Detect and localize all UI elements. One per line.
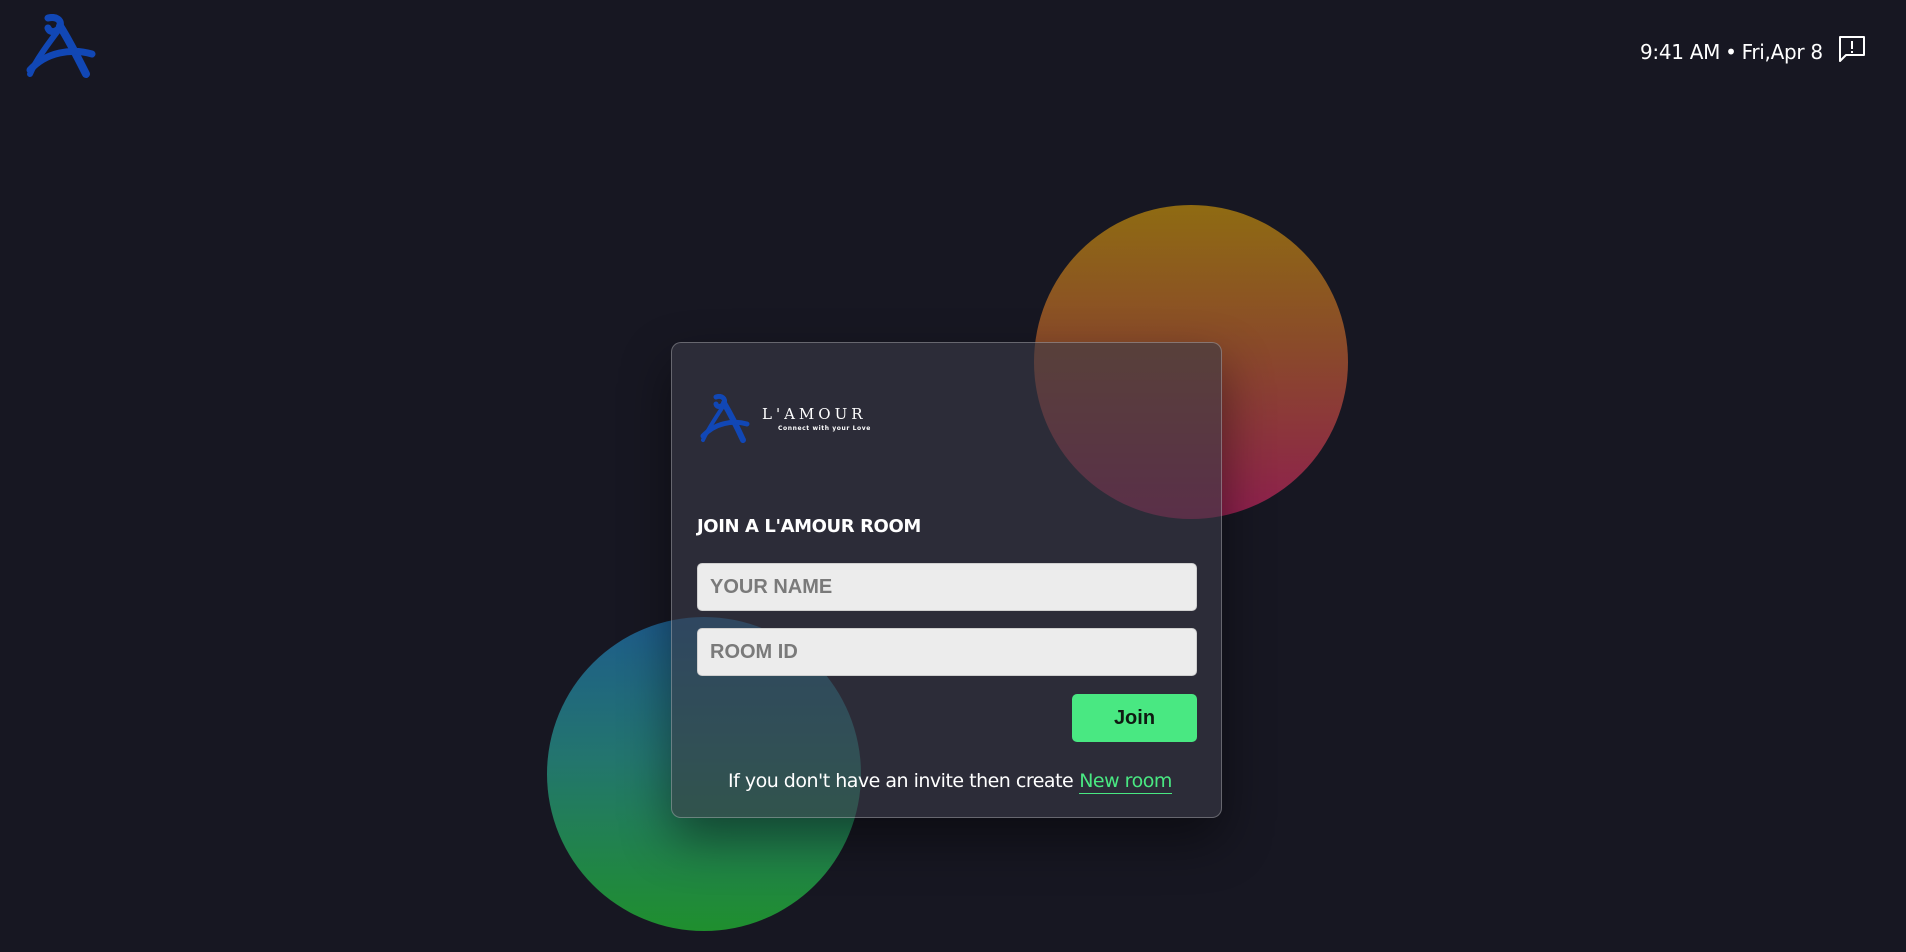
card-title: JOIN A L'AMOUR ROOM [697, 516, 921, 537]
invite-prompt: If you don't have an invite then create N… [728, 770, 1172, 794]
clock-time: 9:41 AM [1640, 40, 1721, 64]
page: 9:41 AM • Fri,Apr 8 L'AMOUR Connect with y… [0, 0, 1906, 952]
clock-date: Fri,Apr 8 [1741, 40, 1823, 64]
clock-separator: • [1725, 40, 1737, 64]
your-name-input[interactable] [697, 563, 1197, 611]
brand-lockup: L'AMOUR Connect with your Love [700, 394, 900, 446]
feedback-alert-icon [1839, 36, 1865, 62]
new-room-link[interactable]: New room [1079, 770, 1172, 794]
clock-datetime: 9:41 AM • Fri,Apr 8 [1640, 39, 1823, 65]
feedback-button[interactable] [1837, 34, 1867, 64]
join-button[interactable]: Join [1072, 694, 1197, 742]
brand-tagline: Connect with your Love [778, 425, 871, 432]
join-room-card: L'AMOUR Connect with your Love JOIN A L'… [671, 342, 1222, 818]
brand-logo-icon [700, 394, 750, 446]
brand-name: L'AMOUR [762, 405, 867, 423]
room-id-input[interactable] [697, 628, 1197, 676]
lamour-logo-icon[interactable] [26, 14, 96, 82]
invite-text: If you don't have an invite then create [728, 770, 1074, 792]
